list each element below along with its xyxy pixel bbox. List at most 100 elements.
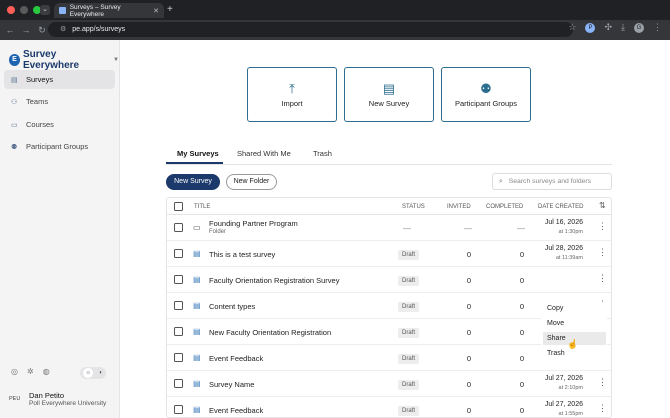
new-survey-button[interactable]: New Survey: [166, 174, 220, 190]
action-cards: ⤒ Import ▤ New Survey ⚉ Participant Grou…: [247, 67, 531, 122]
survey-icon: ▤: [193, 327, 201, 336]
sort-icon[interactable]: ⇅: [599, 201, 606, 210]
people-icon: ⚇: [11, 98, 18, 106]
brand-name: Survey Everywhere: [22, 49, 80, 71]
moon-icon[interactable]: ◐: [99, 370, 103, 376]
status-badge: Draft: [398, 328, 420, 338]
sidebar-item-label: Teams: [26, 97, 49, 106]
user-profile[interactable]: PEU Dan Petito Poll Everywhere Universit…: [9, 391, 106, 407]
forward-arrow-icon[interactable]: →: [20, 25, 32, 35]
row-title[interactable]: Survey Name: [209, 380, 254, 389]
chevron-down-icon: ▼: [113, 57, 119, 63]
new-survey-card[interactable]: ▤ New Survey: [344, 67, 434, 122]
column-title[interactable]: TITLE: [194, 204, 210, 210]
row-checkbox[interactable]: [174, 301, 183, 310]
more-options-icon[interactable]: ⋮: [598, 222, 607, 231]
favicon-icon: [59, 7, 66, 14]
row-title[interactable]: Content types: [209, 302, 255, 311]
sidebar-item-courses[interactable]: ▭ Courses: [4, 115, 115, 134]
tab-shared-with-me[interactable]: Shared With Me: [237, 149, 291, 158]
more-options-icon[interactable]: ⋮: [598, 274, 607, 283]
hand-cursor-icon: ☝: [567, 339, 579, 349]
row-title[interactable]: Founding Partner Program: [209, 219, 298, 228]
sidebar-item-teams[interactable]: ⚇ Teams: [4, 92, 115, 111]
address-bar[interactable]: ⚙ pe.app/s/surveys: [48, 22, 573, 37]
user-org: Poll Everywhere University: [29, 400, 107, 407]
support-headset-icon[interactable]: ◍: [43, 367, 50, 376]
participant-groups-card[interactable]: ⚉ Participant Groups: [441, 67, 531, 122]
more-options-icon[interactable]: ⋮: [598, 404, 607, 413]
row-invited: 0: [466, 406, 471, 415]
new-tab-button[interactable]: +: [167, 4, 173, 15]
search-icon: ⌕: [499, 178, 503, 185]
row-checkbox[interactable]: [174, 327, 183, 336]
profile-icon[interactable]: G: [634, 22, 644, 33]
row-context-menu: Copy Move Share Trash: [541, 302, 607, 364]
theme-toggle[interactable]: ☼ ◐: [80, 367, 106, 379]
close-window-button[interactable]: [7, 6, 15, 14]
more-options-icon[interactable]: ⋮: [598, 248, 607, 257]
row-title[interactable]: Faculty Orientation Registration Survey: [209, 276, 339, 285]
table-row[interactable]: ▤ Event Feedback Draft 0 0 Jul 27, 2026 at 1:5…: [167, 397, 611, 417]
download-icon[interactable]: ⤓: [621, 22, 625, 33]
column-date-created[interactable]: DATE CREATED: [538, 204, 583, 210]
back-arrow-icon[interactable]: ←: [4, 25, 16, 35]
more-options-icon[interactable]: ⋮: [598, 378, 607, 387]
brand-switcher[interactable]: E Survey Everywhere ▼: [9, 49, 119, 71]
row-checkbox[interactable]: [174, 353, 183, 362]
folder-icon: ▭: [11, 121, 18, 129]
extension-icon[interactable]: P: [585, 22, 596, 33]
new-folder-button[interactable]: New Folder: [226, 174, 277, 190]
table-row[interactable]: ▤ This is a test survey Draft 0 0 Jul 28, 202…: [167, 241, 611, 267]
row-checkbox[interactable]: [174, 275, 183, 284]
search-placeholder: Search surveys and folders: [508, 178, 592, 185]
puzzle-icon[interactable]: ✣: [604, 22, 612, 33]
status-badge: Draft: [398, 250, 420, 260]
row-checkbox[interactable]: [174, 223, 183, 232]
tab-my-surveys[interactable]: My Surveys: [177, 149, 219, 158]
row-invited: 0: [466, 250, 471, 259]
row-title[interactable]: Event Feedback: [209, 406, 263, 415]
table-row[interactable]: ▭ Founding Partner Program Folder — — — Jul 16…: [167, 215, 611, 241]
bookmark-star-icon[interactable]: ☆: [568, 22, 576, 33]
site-info-icon[interactable]: ⚙: [60, 26, 66, 33]
row-status: —: [403, 224, 411, 233]
minimize-window-button[interactable]: [20, 6, 28, 14]
table-header: TITLE STATUS INVITED COMPLETED DATE CREA…: [167, 198, 611, 215]
column-status[interactable]: STATUS: [402, 204, 425, 210]
sidebar-utility-icons: ◎ ✲ ◍: [11, 367, 50, 376]
menu-item-move[interactable]: Move: [543, 317, 606, 330]
table-row[interactable]: ▤ Faculty Orientation Registration Survey…: [167, 267, 611, 293]
reload-icon[interactable]: ↻: [36, 25, 48, 36]
import-card[interactable]: ⤒ Import: [247, 67, 337, 122]
tab-search-button[interactable]: ⌄: [40, 5, 50, 15]
upload-icon: ⤒: [289, 80, 295, 96]
sidebar-item-label: Participant Groups: [26, 142, 89, 151]
menu-item-copy[interactable]: Copy: [543, 302, 606, 315]
help-icon[interactable]: ◎: [11, 367, 18, 376]
close-tab-icon[interactable]: ✕: [153, 7, 159, 15]
row-checkbox[interactable]: [174, 405, 183, 414]
column-invited[interactable]: INVITED: [447, 204, 471, 210]
row-title[interactable]: New Faculty Orientation Registration: [209, 328, 331, 337]
row-completed: 0: [519, 380, 524, 389]
search-input[interactable]: ⌕ Search surveys and folders: [492, 173, 612, 190]
row-title[interactable]: This is a test survey: [209, 250, 275, 259]
row-checkbox[interactable]: [174, 249, 183, 258]
table-row[interactable]: ▤ Survey Name Draft 0 0 Jul 27, 2026 at 2:10pm…: [167, 371, 611, 397]
brand-logo-icon: E: [9, 54, 20, 66]
tab-trash[interactable]: Trash: [313, 149, 332, 158]
sun-icon[interactable]: ☼: [83, 368, 94, 378]
column-completed[interactable]: COMPLETED: [486, 204, 523, 210]
row-date: Jul 27, 2026: [544, 401, 583, 408]
row-date: Jul 28, 2026: [544, 245, 583, 252]
settings-gear-icon[interactable]: ✲: [27, 367, 34, 376]
row-invited: 0: [466, 380, 471, 389]
sidebar-item-surveys[interactable]: ▤ Surveys: [4, 70, 115, 89]
browser-tab[interactable]: Surveys – Survey Everywhere ✕: [54, 3, 164, 18]
row-title[interactable]: Event Feedback: [209, 354, 263, 363]
browser-menu-icon[interactable]: ⋮: [653, 22, 662, 33]
select-all-checkbox[interactable]: [174, 202, 183, 211]
row-checkbox[interactable]: [174, 379, 183, 388]
sidebar-item-participant-groups[interactable]: ⚉ Participant Groups: [4, 137, 115, 156]
